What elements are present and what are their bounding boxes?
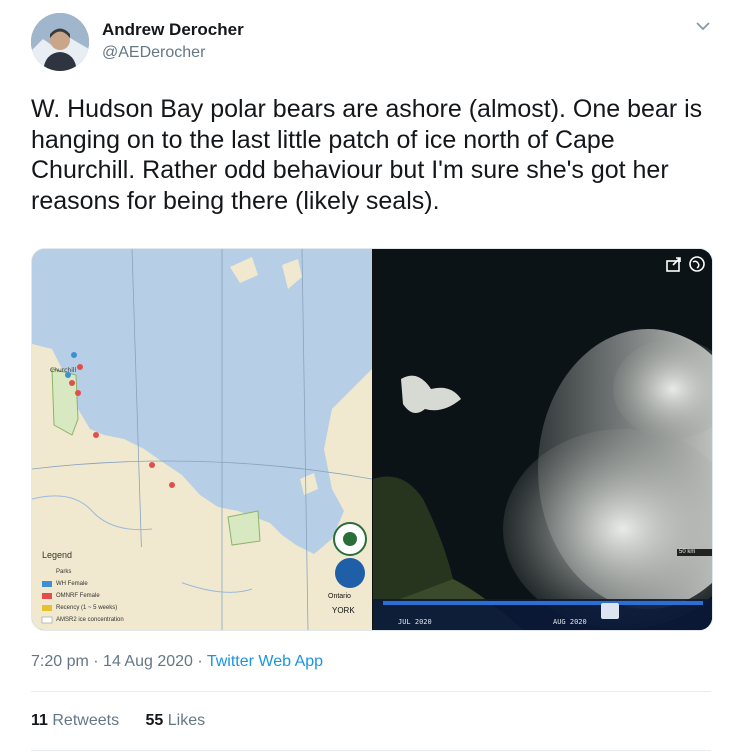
tweet-timestamp[interactable]: 7:20 pm · 14 Aug 2020 · Twitter Web App xyxy=(31,653,323,671)
globe-icon[interactable] xyxy=(686,253,708,275)
timeline-label-jul: JUL 2020 xyxy=(398,618,432,626)
likes-stat[interactable]: 55 Likes xyxy=(146,712,206,729)
like-count: 55 xyxy=(145,712,164,729)
legend-title: Legend xyxy=(42,550,73,560)
timeline-label-aug: AUG 2020 xyxy=(553,618,587,626)
scale-label: 50 km xyxy=(679,549,696,555)
retweets-stat[interactable]: 11 Retweets xyxy=(31,712,124,729)
like-label: Likes xyxy=(167,712,206,729)
retweet-label: Retweets xyxy=(52,712,120,729)
separator: · xyxy=(93,653,99,670)
satellite-image[interactable]: 50 km JUL 2020 AUG 2020 xyxy=(373,249,712,630)
map-place-label: Churchill xyxy=(50,367,77,374)
legend-list: Parks WH Female OMNRF Female Recency (1 … xyxy=(56,566,124,626)
divider xyxy=(31,691,711,692)
separator: · xyxy=(197,653,203,670)
tweet-time[interactable]: 7:20 pm xyxy=(31,653,89,670)
legend-item: Recency (1 ~ 5 weeks) xyxy=(56,605,118,611)
tweet-text: W. Hudson Bay polar bears are ashore (al… xyxy=(31,95,703,215)
author-name[interactable]: Andrew Derocher xyxy=(102,20,244,40)
author-handle[interactable]: @AEDerocher xyxy=(102,44,205,62)
legend-item: OMNRF Female xyxy=(56,593,100,599)
legend-item: AMSR2 ice concentration xyxy=(56,617,124,623)
source-app-link[interactable]: Twitter Web App xyxy=(207,653,323,670)
tweet-media[interactable]: Churchill Legend Parks WH Female OMNRF F… xyxy=(31,248,713,631)
legend-item: Parks xyxy=(56,569,72,575)
engagement-stats: 11 Retweets 55 Likes xyxy=(31,712,227,730)
tweet-date[interactable]: 14 Aug 2020 xyxy=(103,653,193,670)
share-icon[interactable] xyxy=(663,253,685,275)
ontario-logo: Ontario xyxy=(328,593,351,600)
york-logo: YORK xyxy=(332,606,355,615)
divider xyxy=(31,750,711,751)
ice-map-image[interactable]: Churchill Legend Parks WH Female OMNRF F… xyxy=(32,249,373,630)
tweet-card: Andrew Derocher @AEDerocher W. Hudson Ba… xyxy=(0,0,730,753)
retweet-count: 11 xyxy=(31,712,48,729)
avatar[interactable] xyxy=(31,13,89,71)
chevron-down-icon[interactable] xyxy=(694,18,712,34)
legend-item: WH Female xyxy=(56,581,88,587)
